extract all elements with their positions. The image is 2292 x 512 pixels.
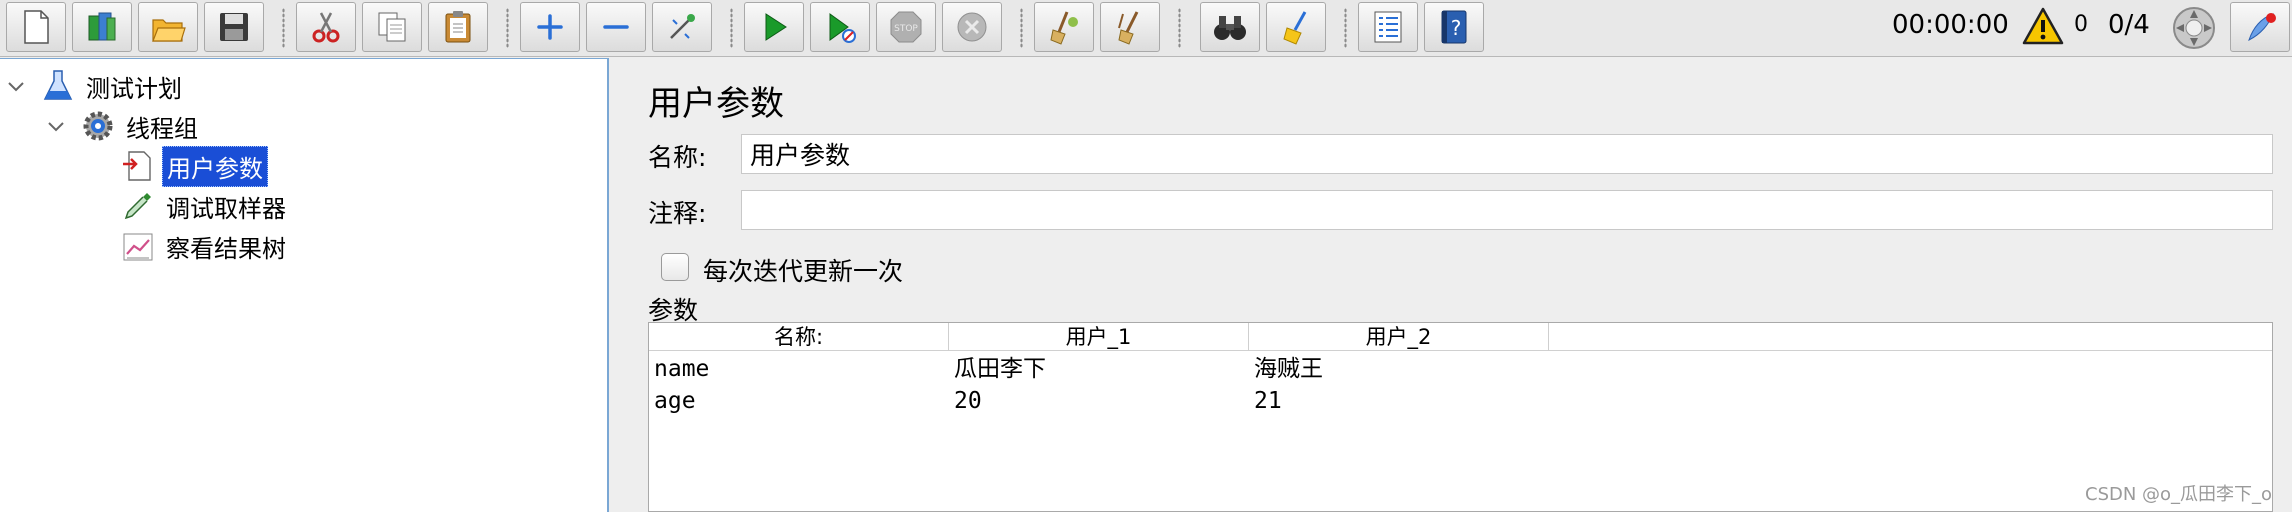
update-once-per-iteration-checkbox[interactable] [661, 253, 689, 281]
table-row[interactable]: age 20 21 [649, 385, 2272, 417]
play-no-timer-icon [829, 13, 856, 43]
page-title: 用户参数 [648, 84, 784, 124]
open-button[interactable] [138, 2, 198, 52]
warning-icon[interactable] [2022, 6, 2064, 46]
flask-icon [43, 70, 73, 100]
chevron-down-icon[interactable] [4, 74, 28, 98]
user-parameters-panel: 用户参数 名称: 注释: 每次迭代更新一次 参数 名称: 用户_1 用户_2 n… [611, 58, 2292, 512]
chevron-down-icon[interactable] [44, 114, 68, 138]
table-cell[interactable]: 21 [1249, 385, 1549, 417]
column-header-user-2[interactable]: 用户_2 [1249, 323, 1549, 351]
tree-node-label: 调试取样器 [166, 194, 286, 223]
toolbar-separator [1178, 8, 1181, 48]
search-button[interactable] [1200, 2, 1260, 52]
name-label: 名称: [648, 143, 707, 172]
broom-gear-icon [1050, 11, 1078, 45]
log-feather-icon [2248, 13, 2276, 41]
start-button[interactable] [744, 2, 804, 52]
reset-search-button[interactable] [1266, 2, 1326, 52]
toolbar-separator [730, 8, 733, 48]
table-cell[interactable]: 瓜田李下 [949, 353, 1249, 385]
shutdown-x-icon [957, 12, 987, 42]
toggle-wand-icon [670, 14, 695, 39]
function-helper-button[interactable] [1358, 2, 1418, 52]
new-button[interactable] [6, 2, 66, 52]
templates-button[interactable] [72, 2, 132, 52]
user-params-icon [123, 151, 151, 181]
test-plan-tree: 测试计划 线程组 用户参数 调试取样器 察看结果树 [0, 58, 609, 512]
tree-node-label: 线程组 [126, 114, 198, 143]
pipette-icon [124, 193, 151, 220]
clipboard-paste-icon [445, 11, 471, 43]
column-header-user-1[interactable]: 用户_1 [949, 323, 1249, 351]
toggle-button[interactable] [652, 2, 712, 52]
svg-text:?: ? [1451, 16, 1462, 40]
remote-status-icon[interactable] [2170, 4, 2218, 52]
chart-icon [123, 233, 153, 261]
tree-node-label: 用户参数 [162, 145, 268, 187]
clear-all-button[interactable] [1100, 2, 1160, 52]
warning-count: 0 [2074, 12, 2088, 37]
tree-node-test-plan[interactable]: 测试计划 [4, 67, 186, 105]
table-cell[interactable]: age [649, 385, 949, 417]
scissors-icon [312, 12, 340, 43]
table-cell[interactable]: 20 [949, 385, 1249, 417]
list-icon [1374, 11, 1402, 43]
shutdown-button[interactable] [942, 2, 1002, 52]
gear-icon [83, 111, 113, 141]
cut-button[interactable] [296, 2, 356, 52]
paste-button[interactable] [428, 2, 488, 52]
tree-node-label: 测试计划 [86, 74, 182, 103]
update-once-per-iteration-label[interactable]: 每次迭代更新一次 [703, 252, 903, 288]
svg-text:STOP: STOP [894, 24, 918, 34]
toolbar-separator [506, 8, 509, 48]
help-book-icon: ? [1441, 10, 1467, 44]
stop-sign-icon: STOP [890, 11, 922, 43]
elapsed-timer: 00:00:00 [1892, 10, 2009, 40]
watermark: CSDN @o_瓜田李下_o [2085, 484, 2273, 505]
binoculars-icon [1214, 16, 1246, 40]
tree-node-view-results-tree[interactable]: 察看结果树 [84, 227, 290, 265]
table-cell[interactable]: 海贼王 [1249, 353, 1549, 385]
start-no-timers-button[interactable] [810, 2, 870, 52]
floppy-save-icon [220, 13, 248, 41]
templates-icon [88, 12, 116, 41]
plus-icon [537, 14, 563, 40]
tree-node-user-parameters[interactable]: 用户参数 [84, 145, 268, 187]
stop-button[interactable]: STOP [876, 2, 936, 52]
table-row[interactable]: name 瓜田李下 海贼王 [649, 353, 2272, 385]
clear-button[interactable] [1034, 2, 1094, 52]
play-icon [765, 13, 787, 41]
new-file-icon [24, 10, 49, 44]
toolbar-separator [1344, 8, 1347, 48]
toolbar-separator [1020, 8, 1023, 48]
tree-node-debug-sampler[interactable]: 调试取样器 [84, 187, 290, 225]
log-viewer-button[interactable] [2230, 2, 2290, 52]
collapse-all-button[interactable] [586, 2, 646, 52]
help-button[interactable]: ? [1424, 2, 1484, 52]
toolbar-separator [282, 8, 285, 48]
tree-node-thread-group[interactable]: 线程组 [44, 107, 202, 145]
copy-icon [378, 12, 406, 42]
broom-yellow-icon [1283, 11, 1307, 45]
expand-all-button[interactable] [520, 2, 580, 52]
active-thread-count: 0/4 [2108, 10, 2150, 40]
name-input[interactable] [741, 134, 2273, 174]
comment-input[interactable] [741, 190, 2273, 230]
table-header: 名称: 用户_1 用户_2 [649, 323, 2272, 351]
minus-icon [603, 25, 629, 29]
broom-icon [1118, 11, 1139, 45]
parameters-table: 名称: 用户_1 用户_2 name 瓜田李下 海贼王 age 20 21 [648, 322, 2273, 512]
folder-open-icon [152, 19, 186, 42]
toolbar: STOP ? 00:00:00 0 0/4 [0, 0, 2292, 57]
column-header-name[interactable]: 名称: [649, 323, 949, 351]
save-button[interactable] [204, 2, 264, 52]
table-cell[interactable]: name [649, 353, 949, 385]
tree-node-label: 察看结果树 [166, 234, 286, 263]
comment-label: 注释: [648, 199, 707, 228]
copy-button[interactable] [362, 2, 422, 52]
